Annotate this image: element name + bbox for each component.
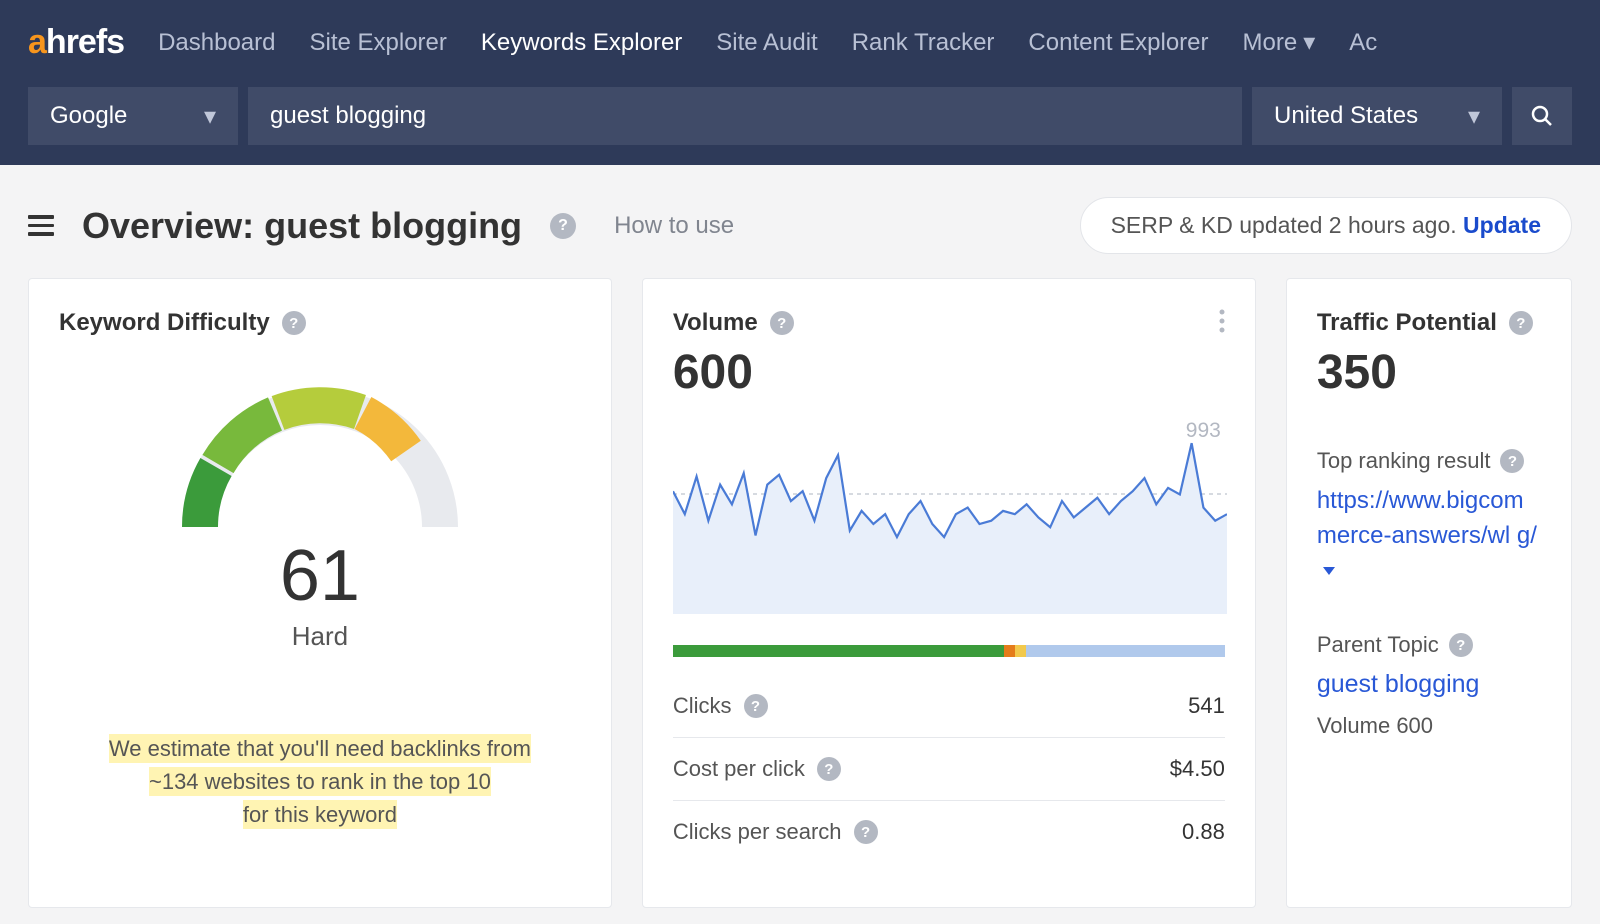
- help-icon[interactable]: ?: [1449, 633, 1473, 657]
- help-icon[interactable]: ?: [817, 757, 841, 781]
- volume-card: Volume ? 600 993 Clicks? 541 Cost per cl…: [642, 278, 1256, 908]
- kd-title: Keyword Difficulty: [59, 309, 270, 337]
- help-icon[interactable]: ?: [550, 213, 576, 239]
- kd-score: 61: [280, 535, 360, 617]
- help-icon[interactable]: ?: [854, 820, 878, 844]
- chevron-down-icon: ▾: [204, 102, 216, 131]
- keyword-difficulty-card: Keyword Difficulty ? 61 Hard We estimate…: [28, 278, 612, 908]
- more-options-icon[interactable]: [1219, 309, 1225, 338]
- logo-a: a: [28, 23, 46, 62]
- nav-more[interactable]: More▾: [1243, 28, 1316, 57]
- update-button[interactable]: Update: [1463, 212, 1541, 238]
- chevron-down-icon: ▾: [1468, 102, 1480, 131]
- cpc-label: Cost per click: [673, 756, 805, 782]
- parent-topic-label: Parent Topic ?: [1317, 632, 1541, 658]
- traffic-potential-card: Traffic Potential ? 350 Top ranking resu…: [1286, 278, 1572, 908]
- nav-keywords-explorer[interactable]: Keywords Explorer: [481, 29, 682, 57]
- help-icon[interactable]: ?: [1509, 311, 1533, 335]
- keyword-input[interactable]: [248, 87, 1242, 145]
- kd-label: Hard: [292, 621, 348, 652]
- help-icon[interactable]: ?: [770, 311, 794, 335]
- volume-value: 600: [673, 345, 1225, 400]
- help-icon[interactable]: ?: [744, 694, 768, 718]
- update-status: SERP & KD updated 2 hours ago.: [1111, 212, 1463, 238]
- how-to-use-link[interactable]: How to use: [614, 212, 734, 240]
- volume-peak-label: 993: [1186, 419, 1221, 443]
- cpc-value: $4.50: [1145, 756, 1225, 782]
- nav-site-audit[interactable]: Site Audit: [716, 29, 817, 57]
- cps-value: 0.88: [1145, 819, 1225, 845]
- cps-label: Clicks per search: [673, 819, 842, 845]
- volume-trend-chart: [673, 434, 1225, 619]
- nav-content-explorer[interactable]: Content Explorer: [1028, 29, 1208, 57]
- kd-gauge: [160, 357, 480, 547]
- parent-topic-link[interactable]: guest blogging: [1317, 670, 1541, 699]
- parent-topic-volume: Volume 600: [1317, 713, 1541, 739]
- main-nav: Dashboard Site Explorer Keywords Explore…: [158, 28, 1377, 57]
- chevron-down-icon: [1323, 567, 1335, 575]
- search-icon: [1530, 104, 1554, 128]
- top-ranking-label: Top ranking result ?: [1317, 448, 1541, 474]
- kd-estimate: We estimate that you'll need backlinks f…: [59, 732, 581, 831]
- clicks-label: Clicks: [673, 693, 732, 719]
- sidebar-toggle[interactable]: [28, 215, 54, 236]
- logo-rest: hrefs: [46, 23, 124, 62]
- nav-rank-tracker[interactable]: Rank Tracker: [852, 29, 995, 57]
- top-ranking-url[interactable]: https://www.bigcommerce-answers/wl g/: [1317, 484, 1541, 588]
- search-button[interactable]: [1512, 87, 1572, 145]
- help-icon[interactable]: ?: [282, 311, 306, 335]
- help-icon[interactable]: ?: [1500, 449, 1524, 473]
- nav-dashboard[interactable]: Dashboard: [158, 29, 275, 57]
- logo[interactable]: ahrefs: [28, 23, 124, 62]
- nav-site-explorer[interactable]: Site Explorer: [309, 29, 446, 57]
- country-select[interactable]: United States ▾: [1252, 87, 1502, 145]
- volume-title: Volume: [673, 309, 758, 337]
- update-pill: SERP & KD updated 2 hours ago. Update: [1080, 197, 1572, 254]
- chevron-down-icon: ▾: [1303, 29, 1315, 56]
- tp-value: 350: [1317, 345, 1541, 400]
- tp-title: Traffic Potential: [1317, 309, 1497, 337]
- search-engine-select[interactable]: Google ▾: [28, 87, 238, 145]
- nav-account-truncated[interactable]: Ac: [1349, 29, 1377, 57]
- page-title: Overview: guest blogging: [82, 205, 522, 247]
- clicks-distribution-bar: [673, 645, 1225, 657]
- clicks-value: 541: [1145, 693, 1225, 719]
